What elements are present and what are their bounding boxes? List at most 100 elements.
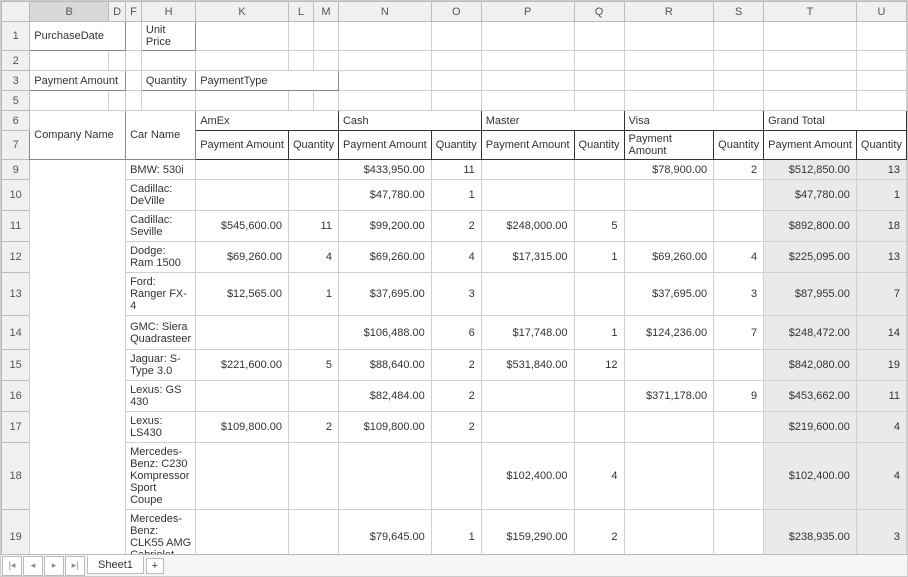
cell-visa-q: 9 xyxy=(714,381,764,412)
col-header-M[interactable]: M xyxy=(313,2,338,22)
cell-visa-pa xyxy=(624,443,714,510)
row-header-18[interactable]: 18 xyxy=(2,443,30,510)
cell-master-q xyxy=(574,412,624,443)
pivot-measure-pa-cash: Payment Amount xyxy=(338,131,431,160)
cell-master-q xyxy=(574,180,624,211)
cell-gt-pa: $842,080.00 xyxy=(764,350,857,381)
row-header-15[interactable]: 15 xyxy=(2,350,30,381)
cell-master-q xyxy=(574,381,624,412)
pivot-field-quantity[interactable]: Quantity xyxy=(141,71,195,91)
row-header-19[interactable]: 19 xyxy=(2,510,30,555)
row-header-14[interactable]: 14 xyxy=(2,316,30,350)
cell-master-pa: $17,748.00 xyxy=(481,316,574,350)
pivot-col-visa[interactable]: Visa xyxy=(624,111,764,131)
cell-cash-q: 2 xyxy=(431,211,481,242)
pivot-row-car: Mercedes-Benz: CLK55 AMG Cabriolet xyxy=(126,510,196,555)
pivot-row-car: Lexus: LS430 xyxy=(126,412,196,443)
row-header-13[interactable]: 13 xyxy=(2,273,30,316)
cell-amex-pa xyxy=(196,510,289,555)
tab-prev-button[interactable]: ◂ xyxy=(23,556,43,576)
cell-visa-q: 2 xyxy=(714,160,764,180)
cell-master-q xyxy=(574,160,624,180)
row-header-12[interactable]: 12 xyxy=(2,242,30,273)
col-header-T[interactable]: T xyxy=(764,2,857,22)
cell-master-pa: $248,000.00 xyxy=(481,211,574,242)
row-header-1[interactable]: 1 xyxy=(2,22,30,51)
tab-next-button[interactable]: ▸ xyxy=(44,556,64,576)
cell-gt-pa: $102,400.00 xyxy=(764,443,857,510)
pivot-field-unitprice[interactable]: Unit Price xyxy=(141,22,195,51)
cell-cash-pa: $82,484.00 xyxy=(338,381,431,412)
pivot-measure-qty-gt: Quantity xyxy=(856,131,906,160)
col-header-F[interactable]: F xyxy=(126,2,142,22)
cell-cash-pa: $37,695.00 xyxy=(338,273,431,316)
pivot-row-company: Alessandro & Associates xyxy=(30,160,126,555)
col-header-P[interactable]: P xyxy=(481,2,574,22)
cell-master-pa xyxy=(481,412,574,443)
cell-gt-pa: $219,600.00 xyxy=(764,412,857,443)
cell-amex-pa xyxy=(196,381,289,412)
pivot-field-purchasedate[interactable]: PurchaseDate xyxy=(30,22,126,51)
row-header-9[interactable]: 9 xyxy=(2,160,30,180)
cell-amex-q: 1 xyxy=(289,273,339,316)
col-header-K[interactable]: K xyxy=(196,2,289,22)
pivot-measure-qty-cash: Quantity xyxy=(431,131,481,160)
select-all-corner[interactable] xyxy=(2,2,30,22)
row-header-3[interactable]: 3 xyxy=(2,71,30,91)
sheet-tab-sheet1[interactable]: Sheet1 xyxy=(87,555,144,574)
cell-visa-q xyxy=(714,412,764,443)
row-header-16[interactable]: 16 xyxy=(2,381,30,412)
pivot-col-amex[interactable]: AmEx xyxy=(196,111,339,131)
cell-visa-pa xyxy=(624,180,714,211)
row-header-7[interactable]: 7 xyxy=(2,131,30,160)
col-header-D[interactable]: D xyxy=(109,2,126,22)
pivot-field-paymenttype[interactable]: PaymentType xyxy=(196,71,339,91)
cell-visa-pa xyxy=(624,350,714,381)
col-header-L[interactable]: L xyxy=(289,2,314,22)
col-header-N[interactable]: N xyxy=(338,2,431,22)
col-header-B[interactable]: B xyxy=(30,2,109,22)
pivot-col-cash[interactable]: Cash xyxy=(338,111,481,131)
cell-master-q: 12 xyxy=(574,350,624,381)
col-header-H[interactable]: H xyxy=(141,2,195,22)
tab-last-button[interactable]: ▸| xyxy=(65,556,85,576)
cell-gt-pa: $512,850.00 xyxy=(764,160,857,180)
pivot-field-carname[interactable]: Car Name xyxy=(126,111,196,160)
row-header-11[interactable]: 11 xyxy=(2,211,30,242)
cell-master-q: 1 xyxy=(574,316,624,350)
cell-gt-q: 14 xyxy=(856,316,906,350)
row-header-6[interactable]: 6 xyxy=(2,111,30,131)
col-header-S[interactable]: S xyxy=(714,2,764,22)
cell-master-pa xyxy=(481,160,574,180)
cell-master-pa: $17,315.00 xyxy=(481,242,574,273)
row-header-17[interactable]: 17 xyxy=(2,412,30,443)
cell-amex-pa xyxy=(196,443,289,510)
cell-visa-q xyxy=(714,510,764,555)
cell-master-pa: $531,840.00 xyxy=(481,350,574,381)
tab-first-button[interactable]: |◂ xyxy=(2,556,22,576)
pivot-field-companyname[interactable]: Company Name xyxy=(30,111,126,160)
cell-visa-pa xyxy=(624,412,714,443)
cell-amex-q xyxy=(289,381,339,412)
pivot-measure-pa-amex: Payment Amount xyxy=(196,131,289,160)
grid-area[interactable]: BDFHKLMNOPQRSTU 1PurchaseDateUnit Price2… xyxy=(1,1,907,554)
row-header-2[interactable]: 2 xyxy=(2,51,30,71)
col-header-O[interactable]: O xyxy=(431,2,481,22)
cell-visa-q: 3 xyxy=(714,273,764,316)
col-header-U[interactable]: U xyxy=(856,2,906,22)
pivot-col-grandtotal[interactable]: Grand Total xyxy=(764,111,907,131)
pivot-measure-pa-visa: Payment Amount xyxy=(624,131,714,160)
cell-master-q: 5 xyxy=(574,211,624,242)
add-sheet-button[interactable]: + xyxy=(146,558,164,574)
pivot-col-master[interactable]: Master xyxy=(481,111,624,131)
row-header-10[interactable]: 10 xyxy=(2,180,30,211)
col-header-R[interactable]: R xyxy=(624,2,714,22)
tab-nav: |◂ ◂ ▸ ▸| xyxy=(1,555,85,577)
cell-visa-pa xyxy=(624,510,714,555)
col-header-Q[interactable]: Q xyxy=(574,2,624,22)
cell-gt-q: 1 xyxy=(856,180,906,211)
row-header-5[interactable]: 5 xyxy=(2,91,30,111)
sheet-tab-bar: |◂ ◂ ▸ ▸| Sheet1 + xyxy=(1,554,907,576)
pivot-field-paymentamount[interactable]: Payment Amount xyxy=(30,71,126,91)
spreadsheet-app: BDFHKLMNOPQRSTU 1PurchaseDateUnit Price2… xyxy=(0,0,908,577)
